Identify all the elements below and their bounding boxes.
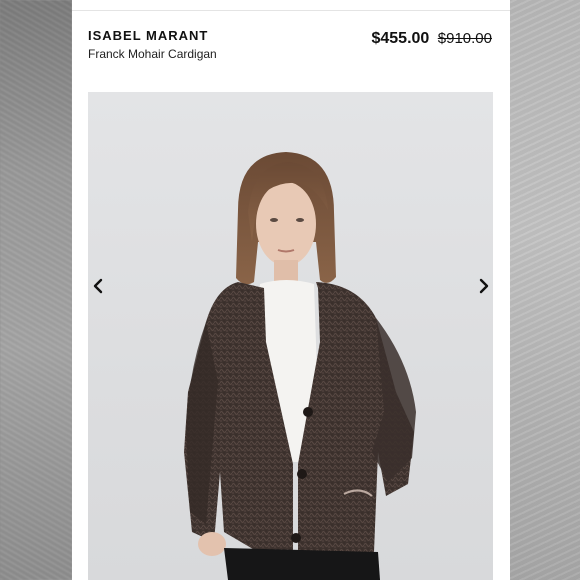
product-title: Franck Mohair Cardigan	[88, 47, 217, 61]
chevron-right-icon[interactable]	[474, 276, 494, 296]
original-price: $910.00	[437, 30, 492, 47]
background-right	[510, 0, 580, 580]
model-photo	[184, 152, 416, 580]
sale-price: $455.00	[371, 30, 430, 47]
chevron-left-icon[interactable]	[88, 276, 108, 296]
background-left	[0, 0, 72, 580]
brand-name: ISABEL MARANT	[88, 28, 209, 43]
price-block: $455.00 $910.00	[371, 30, 492, 48]
product-panel: ISABEL MARANT Franck Mohair Cardigan $45…	[72, 0, 510, 580]
divider	[72, 10, 510, 11]
product-image[interactable]	[88, 92, 493, 580]
